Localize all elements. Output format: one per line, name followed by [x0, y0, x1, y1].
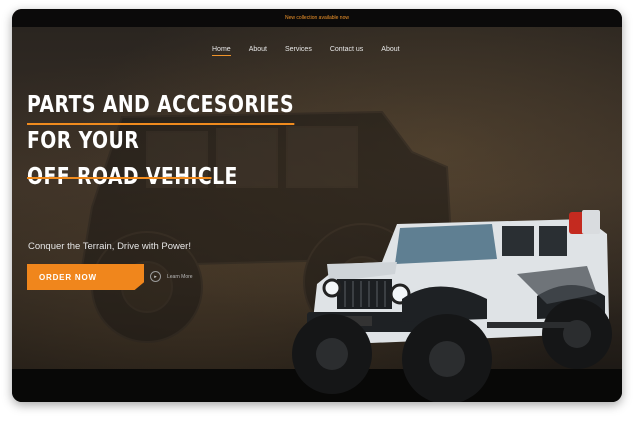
nav-services[interactable]: Services [285, 46, 312, 56]
offroad-jeep-image [292, 210, 612, 402]
headline-strike-accent [27, 177, 212, 179]
nav-about[interactable]: About [249, 46, 267, 56]
browser-frame: New collection available now Home About … [12, 9, 622, 402]
nav-about-2[interactable]: About [381, 46, 399, 56]
hero-tagline: Conquer the Terrain, Drive with Power! [28, 241, 191, 252]
play-circle-icon: ▸ [150, 271, 161, 282]
main-nav: Home About Services Contact us About [212, 46, 418, 56]
announcement-bar: New collection available now [12, 9, 622, 27]
learn-more-label: Learn More [167, 273, 193, 280]
nav-home[interactable]: Home [212, 46, 231, 56]
headline-line-2: FOR YOUR [27, 128, 140, 154]
headline-line-1: PARTS AND ACCESORIES [27, 93, 294, 125]
hero-headline: PARTS AND ACCESORIES FOR YOUR OFF ROAD V… [27, 93, 353, 189]
headline-line-3: OFF ROAD VEHICLE [27, 164, 238, 190]
order-now-button[interactable]: ORDER NOW [27, 264, 144, 290]
learn-more-link[interactable]: ▸ Learn More [150, 271, 193, 282]
nav-contact[interactable]: Contact us [330, 46, 363, 56]
